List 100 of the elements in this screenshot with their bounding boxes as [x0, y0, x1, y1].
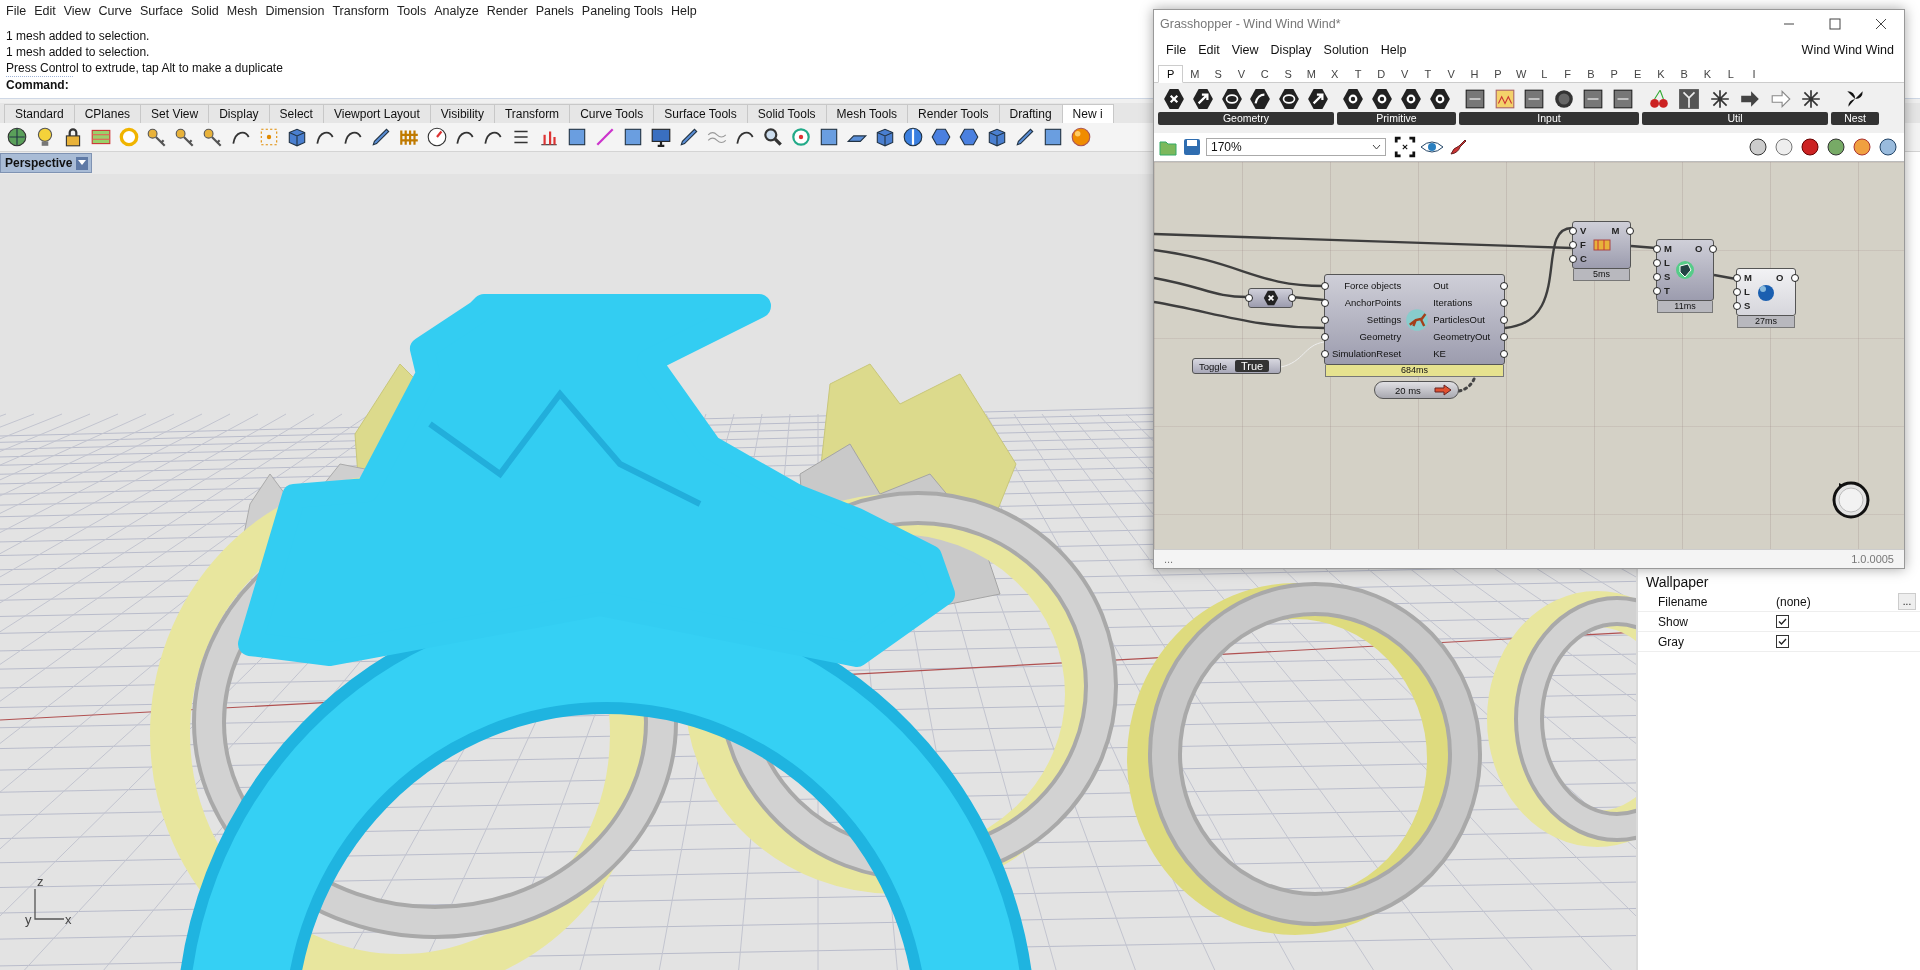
output-port[interactable]	[1709, 245, 1717, 253]
preview-icon[interactable]	[1748, 137, 1768, 157]
menu-item[interactable]: Solid	[187, 4, 223, 18]
cube-icon[interactable]	[986, 126, 1008, 148]
component-tab[interactable]: L	[1532, 66, 1557, 82]
hexagon-icon[interactable]	[1400, 88, 1422, 110]
menu-item[interactable]: Tools	[392, 4, 431, 18]
sphere-icon[interactable]	[1070, 126, 1092, 148]
preview-icon[interactable]	[1800, 137, 1820, 157]
command-prompt[interactable]: Command:	[6, 76, 73, 93]
component-tab[interactable]: X	[1323, 66, 1347, 82]
zoom-dropdown[interactable]: 170%	[1206, 138, 1386, 156]
search-icon[interactable]	[762, 126, 784, 148]
cube-icon[interactable]	[286, 126, 308, 148]
toolbar-tab[interactable]: New i	[1061, 104, 1114, 123]
ribbon-group-label[interactable]: Util	[1642, 112, 1828, 125]
hexagon-icon[interactable]	[958, 126, 980, 148]
menu-item[interactable]: Analyze	[430, 4, 483, 18]
cube-icon[interactable]	[874, 126, 896, 148]
ribbon-group-label[interactable]: Nest	[1831, 112, 1879, 125]
square-icon[interactable]	[566, 126, 588, 148]
component-tab[interactable]: W	[1509, 66, 1533, 82]
component-tab[interactable]: P	[1158, 65, 1184, 83]
slider-icon[interactable]	[1611, 88, 1634, 110]
toolbar-tab[interactable]: Visibility	[429, 104, 495, 123]
menu-item[interactable]: Curve	[94, 4, 136, 18]
line-icon[interactable]	[594, 126, 616, 148]
input-port[interactable]	[1245, 294, 1253, 302]
toolbar-tab[interactable]: Drafting	[998, 104, 1063, 123]
menu-item[interactable]: Help	[666, 4, 701, 18]
gauge-icon[interactable]	[426, 126, 448, 148]
hexagon-icon[interactable]	[1371, 88, 1393, 110]
square-icon[interactable]	[818, 126, 840, 148]
component-tab[interactable]: B	[1579, 66, 1603, 82]
viewport-title-tab[interactable]: Perspective	[0, 153, 93, 173]
component-tab[interactable]: E	[1625, 66, 1650, 82]
ribbon-group-label[interactable]: Geometry	[1158, 112, 1334, 125]
hexagon-icon[interactable]	[1249, 88, 1272, 110]
menu-item[interactable]: File	[2, 4, 31, 18]
hexagon-icon[interactable]	[1191, 88, 1214, 110]
component-tab[interactable]: M	[1183, 66, 1207, 82]
output-port[interactable]	[1791, 274, 1799, 282]
menu-item[interactable]: Solution	[1317, 43, 1375, 57]
preview-icon[interactable]	[1878, 137, 1898, 157]
eye-icon[interactable]	[1420, 139, 1444, 155]
slider-icon[interactable]	[1464, 88, 1487, 110]
menu-item[interactable]: Edit	[1192, 43, 1226, 57]
menu-item[interactable]: Display	[1264, 43, 1318, 57]
toolbar-tab[interactable]: Viewport Layout	[322, 104, 431, 123]
maximize-icon[interactable]	[1828, 18, 1842, 30]
key-icon[interactable]	[174, 126, 196, 148]
browse-button[interactable]: ...	[1898, 593, 1916, 610]
menu-item[interactable]: Render	[482, 4, 532, 18]
hexagon-icon[interactable]	[1278, 88, 1301, 110]
square-icon[interactable]	[622, 126, 644, 148]
star-icon[interactable]	[1708, 88, 1731, 110]
component-node[interactable]: M L S O	[1736, 268, 1796, 316]
component-tab[interactable]: S	[1206, 66, 1230, 82]
menu-item[interactable]: File	[1160, 43, 1193, 57]
component-tab[interactable]: T	[1346, 66, 1370, 82]
navigation-compass-icon[interactable]	[1831, 480, 1871, 520]
component-tab[interactable]: M	[1299, 66, 1324, 82]
hexagon-icon[interactable]	[930, 126, 952, 148]
pen-icon[interactable]	[678, 126, 700, 148]
parameter-node[interactable]	[1248, 288, 1293, 308]
menu-item[interactable]: Edit	[30, 4, 60, 18]
component-node[interactable]: V F C M	[1572, 221, 1631, 269]
menu-item[interactable]: Help	[1374, 43, 1413, 57]
toolbar-tab[interactable]: Standard	[4, 104, 75, 123]
component-tab[interactable]: V	[1439, 66, 1463, 82]
close-icon[interactable]	[1874, 18, 1888, 30]
menu-item[interactable]: Mesh	[222, 4, 262, 18]
component-node[interactable]: M L S T O	[1656, 239, 1714, 301]
brush-icon[interactable]	[1448, 137, 1468, 157]
component-tab[interactable]: K	[1695, 66, 1720, 82]
key-icon[interactable]	[202, 126, 224, 148]
checkbox[interactable]	[1776, 635, 1789, 648]
component-tab[interactable]: K	[1649, 66, 1673, 82]
ribbon-group-label[interactable]: Primitive	[1337, 112, 1456, 125]
circle-icon[interactable]	[1552, 88, 1575, 110]
component-tab[interactable]: S	[1276, 66, 1300, 82]
pen-icon[interactable]	[370, 126, 392, 148]
toolbar-tab[interactable]: Display	[208, 104, 270, 123]
preview-icon[interactable]	[1852, 137, 1872, 157]
component-tab[interactable]: P	[1602, 66, 1626, 82]
chevron-down-icon[interactable]	[1372, 144, 1381, 150]
zoom-extents-icon[interactable]	[1394, 136, 1416, 158]
hexagon-icon[interactable]	[1307, 88, 1330, 110]
key-icon[interactable]	[146, 126, 168, 148]
globe-icon[interactable]	[6, 126, 28, 148]
monitor-icon[interactable]	[650, 126, 672, 148]
hexagon-icon[interactable]	[1220, 88, 1243, 110]
component-tab[interactable]: B	[1672, 66, 1696, 82]
component-tab[interactable]: V	[1229, 66, 1254, 82]
hexagon-icon[interactable]	[1162, 88, 1185, 110]
square-icon[interactable]	[1042, 126, 1064, 148]
caret-icon[interactable]	[78, 160, 87, 166]
output-port[interactable]	[1288, 294, 1296, 302]
menu-item[interactable]: View	[1225, 43, 1265, 57]
component-tab[interactable]: D	[1369, 66, 1393, 82]
